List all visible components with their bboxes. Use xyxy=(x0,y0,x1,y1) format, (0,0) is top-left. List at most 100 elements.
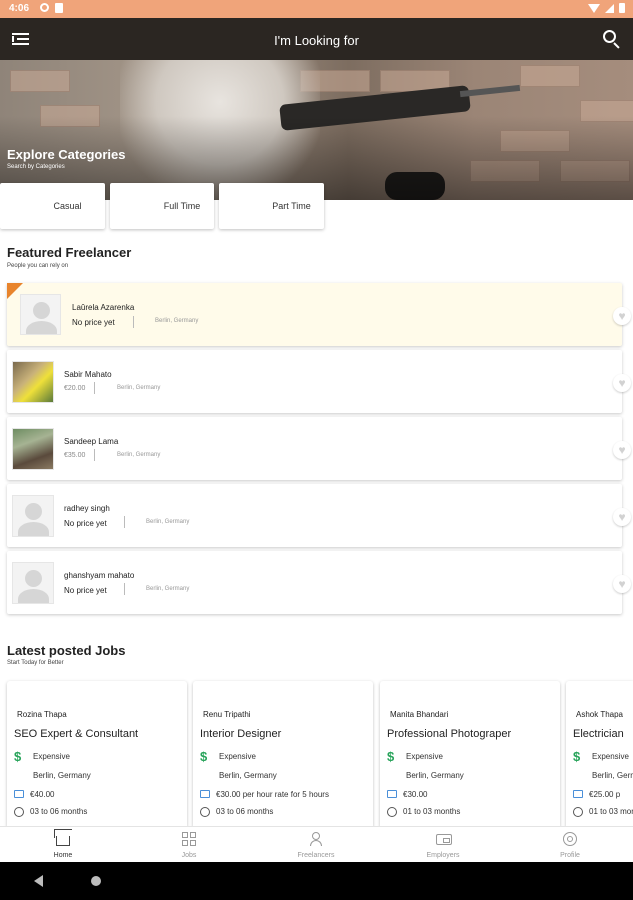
freelancer-price: No price yet xyxy=(64,519,107,528)
clock-icon xyxy=(200,807,210,817)
category-card-casual[interactable]: Casual xyxy=(0,183,105,229)
nav-profile[interactable]: Profile xyxy=(507,827,633,863)
gear-icon xyxy=(563,832,577,846)
job-title: Interior Designer xyxy=(200,728,282,740)
job-card[interactable]: Renu Tripathi Interior Designer $ Expens… xyxy=(193,681,373,829)
category-label: Part Time xyxy=(272,201,311,211)
job-duration: 01 to 03 months xyxy=(589,807,633,816)
job-type: Expensive xyxy=(592,752,629,761)
job-card[interactable]: Manita Bhandari Professional Photograper… xyxy=(380,681,560,829)
job-card[interactable]: Ashok Thapa Electrician $ Expensive Berl… xyxy=(566,681,633,829)
nav-jobs[interactable]: Jobs xyxy=(126,827,252,863)
nav-label: Profile xyxy=(560,852,580,859)
system-navigation-bar xyxy=(0,862,633,900)
avatar xyxy=(12,361,54,403)
clock-icon xyxy=(14,807,24,817)
heart-icon[interactable]: ♥ xyxy=(613,575,631,593)
freelancer-location: Berlin, Germany xyxy=(117,452,161,458)
job-type: Expensive xyxy=(33,752,70,761)
folder-icon xyxy=(14,790,24,798)
folder-icon xyxy=(387,790,397,798)
nav-label: Freelancers xyxy=(297,852,335,859)
freelancer-location: Berlin, Germany xyxy=(146,519,190,525)
avatar xyxy=(12,562,54,604)
freelancer-price: No price yet xyxy=(72,318,115,327)
freelancer-card[interactable]: ghanshyam mahato No price yet Berlin, Ge… xyxy=(7,551,631,614)
heart-icon[interactable]: ♥ xyxy=(613,374,631,392)
app-screen: 4:06 I'm Looking for Explore Categories … xyxy=(0,0,633,900)
nav-freelancers[interactable]: Freelancers xyxy=(253,827,379,863)
folder-icon xyxy=(573,790,583,798)
freelancer-location: Berlin, Germany xyxy=(117,385,161,391)
sim-status-icon xyxy=(55,3,63,13)
job-card[interactable]: Rozina Thapa SEO Expert & Consultant $ E… xyxy=(7,681,187,829)
job-poster: Renu Tripathi xyxy=(203,710,251,719)
job-title: Professional Photograper xyxy=(387,728,512,740)
status-notification-icons xyxy=(40,3,63,13)
status-system-icons xyxy=(588,3,625,13)
freelancer-card[interactable]: Sabir Mahato €20.00 Berlin, Germany ♥ xyxy=(7,350,631,413)
job-duration: 03 to 06 months xyxy=(216,807,274,816)
clock-icon xyxy=(387,807,397,817)
category-label: Casual xyxy=(53,201,82,211)
avatar xyxy=(12,428,54,470)
dollar-icon: $ xyxy=(200,749,208,764)
back-icon[interactable] xyxy=(34,875,43,887)
job-type: Expensive xyxy=(219,752,256,761)
nav-label: Home xyxy=(53,852,73,859)
jobs-section-title: Latest posted Jobs xyxy=(7,643,126,658)
wifi-icon xyxy=(588,3,600,13)
freelancer-card[interactable]: radhey singh No price yet Berlin, German… xyxy=(7,484,631,547)
app-bar: I'm Looking for xyxy=(0,18,633,60)
job-duration: 01 to 03 months xyxy=(403,807,461,816)
featured-section-subtitle: People you can rely on xyxy=(7,263,69,269)
freelancer-price: No price yet xyxy=(64,586,107,595)
job-location: Berlin, Germany xyxy=(406,771,464,780)
status-bar: 4:06 xyxy=(0,0,633,18)
settings-status-icon xyxy=(40,3,49,12)
search-icon[interactable] xyxy=(603,30,621,49)
nav-label: Jobs xyxy=(181,852,197,859)
clock-icon xyxy=(573,807,583,817)
avatar xyxy=(20,294,61,335)
heart-icon[interactable]: ♥ xyxy=(613,441,631,459)
freelancer-name: Laûrela Azarenka xyxy=(72,303,135,312)
freelancer-name: ghanshyam mahato xyxy=(64,571,135,580)
nav-home[interactable]: Home xyxy=(0,827,126,863)
freelancer-name: Sabir Mahato xyxy=(64,370,112,379)
bottom-navigation: Home Jobs Freelancers Employers Profile xyxy=(0,826,633,862)
freelancer-price: €20.00 xyxy=(64,385,86,392)
job-location: Berlin, Germany xyxy=(592,771,633,780)
freelancer-name: radhey singh xyxy=(64,504,110,513)
dollar-icon: $ xyxy=(14,749,22,764)
home-button-icon[interactable] xyxy=(91,876,101,886)
freelancer-card[interactable]: Sandeep Lama €35.00 Berlin, Germany ♥ xyxy=(7,417,631,480)
category-label: Full Time xyxy=(163,201,201,211)
freelancer-name: Sandeep Lama xyxy=(64,437,119,446)
job-rate: €40.00 xyxy=(30,790,55,799)
job-location: Berlin, Germany xyxy=(219,771,277,780)
job-poster: Manita Bhandari xyxy=(390,710,449,719)
hero-banner: Explore Categories Search by Categories xyxy=(0,60,633,200)
job-duration: 03 to 06 months xyxy=(30,807,88,816)
user-icon xyxy=(309,832,323,846)
category-card-part-time[interactable]: Part Time xyxy=(219,183,324,229)
folder-icon xyxy=(200,790,210,798)
home-icon xyxy=(56,836,70,846)
job-location: Berlin, Germany xyxy=(33,771,91,780)
hero-subtitle: Search by Categories xyxy=(7,164,65,170)
category-card-full-time[interactable]: Full Time xyxy=(110,183,214,229)
avatar xyxy=(12,495,54,537)
heart-icon[interactable]: ♥ xyxy=(613,307,631,325)
dollar-icon: $ xyxy=(573,749,581,764)
dollar-icon: $ xyxy=(387,749,395,764)
freelancer-card[interactable]: Laûrela Azarenka No price yet Berlin, Ge… xyxy=(7,283,631,346)
nav-employers[interactable]: Employers xyxy=(380,827,506,863)
grid-icon xyxy=(182,832,196,846)
featured-section-title: Featured Freelancer xyxy=(7,245,132,260)
heart-icon[interactable]: ♥ xyxy=(613,508,631,526)
battery-icon xyxy=(619,3,625,13)
freelancer-location: Berlin, Germany xyxy=(146,586,190,592)
jobs-section-subtitle: Start Today for Better xyxy=(7,660,64,666)
job-poster: Rozina Thapa xyxy=(17,710,67,719)
